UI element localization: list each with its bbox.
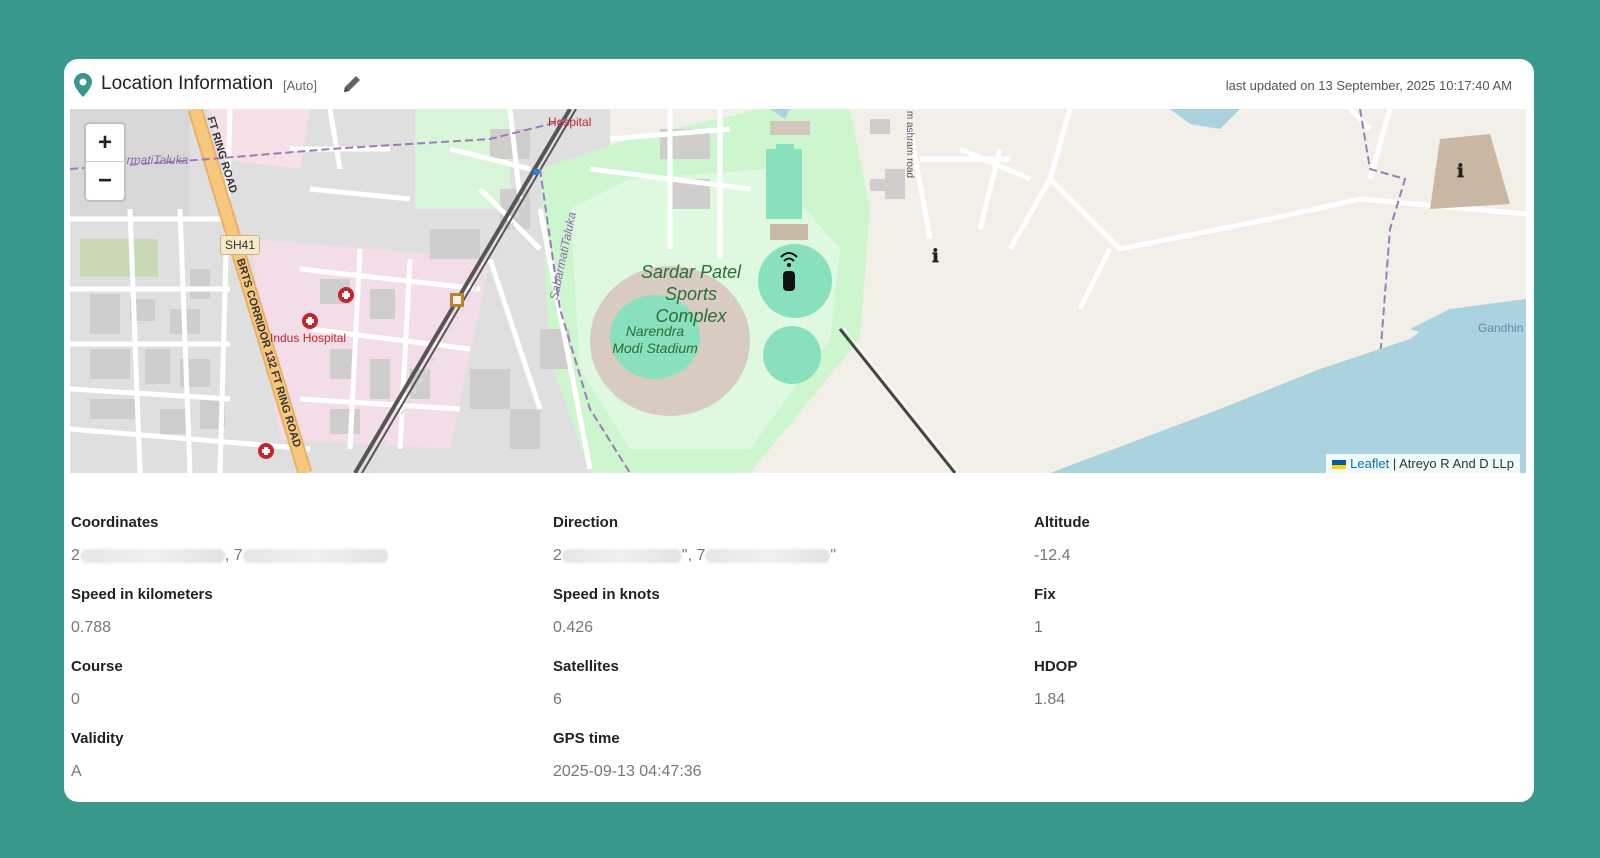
validity-label: Validity [71, 730, 124, 747]
field-speed-km: Speed in kilometers 0.788 [71, 586, 531, 637]
map-label-sports-complex: Sardar Patel Sports Complex [640, 262, 742, 326]
satellites-value: 6 [553, 691, 562, 708]
field-course: Course 0 [71, 658, 531, 709]
ukraine-flag-icon [1332, 460, 1347, 470]
field-speed-knots: Speed in knots 0.426 [553, 586, 1013, 637]
direction-value-start: 2 [553, 547, 562, 564]
card-title: Location Information [101, 73, 274, 94]
coordinates-label: Coordinates [71, 514, 159, 531]
field-satellites: Satellites 6 [553, 658, 1013, 709]
field-altitude: Altitude -12.4 [1034, 514, 1494, 565]
map-label-taluka-left: armatiTaluka [120, 153, 189, 167]
satellites-label: Satellites [553, 658, 619, 675]
location-card: Location Information [Auto] last updated… [64, 59, 1534, 802]
location-pin-icon [74, 73, 92, 97]
coordinates-value: 2 , 7 [71, 547, 531, 565]
map-label-ashram-road: m ashram road [904, 110, 916, 179]
direction-value-sep: ", 7 [681, 547, 706, 564]
map-view[interactable]: ℹ ℹ Sardar Patel Sports Complex Narendra… [70, 109, 1526, 473]
validity-value: A [71, 763, 82, 780]
coordinates-value-sep: , 7 [224, 547, 243, 564]
attribution-text: Atreyo R And D LLp [1399, 456, 1514, 471]
card-header: Location Information [Auto] last updated… [64, 59, 1534, 109]
hdop-value: 1.84 [1034, 691, 1066, 708]
zoom-out-button[interactable]: − [86, 162, 124, 199]
speed-knots-label: Speed in knots [553, 586, 660, 603]
course-value: 0 [71, 691, 80, 708]
coordinates-value-start: 2 [71, 547, 80, 564]
redacted-blur [561, 548, 682, 563]
direction-value: 2 ", 7 " [553, 547, 1013, 565]
svg-text:ℹ: ℹ [932, 246, 939, 266]
speed-km-label: Speed in kilometers [71, 586, 213, 603]
last-updated-text: last updated on 13 September, 2025 10:17… [1225, 78, 1512, 93]
redacted-blur [79, 548, 225, 563]
gps-time-label: GPS time [553, 730, 620, 747]
map-road-shield: SH41 [220, 235, 261, 255]
redacted-blur [705, 548, 831, 563]
zoom-in-button[interactable]: + [86, 124, 124, 162]
zoom-control: + − [84, 122, 126, 202]
mode-tag: [Auto] [283, 78, 317, 93]
redacted-blur [242, 548, 388, 563]
svg-text:ℹ: ℹ [1457, 161, 1464, 181]
attribution-separator: | [1389, 456, 1400, 471]
altitude-label: Altitude [1034, 514, 1090, 531]
fix-label: Fix [1034, 586, 1056, 603]
location-details: Coordinates 2 , 7 Direction 2 ", 7 " Altitu… [64, 509, 1534, 802]
map-label-gandhi: Gandhin [1478, 321, 1524, 335]
map-label-hospital-top: Hospital [548, 115, 592, 129]
altitude-value: -12.4 [1034, 547, 1071, 564]
course-label: Course [71, 658, 123, 675]
field-direction: Direction 2 ", 7 " [553, 514, 1013, 565]
fix-value: 1 [1034, 619, 1043, 636]
direction-label: Direction [553, 514, 619, 531]
speed-knots-value: 0.426 [553, 619, 594, 636]
map-attribution: Leaflet | Atreyo R And D LLp [1326, 454, 1520, 473]
map-label-indus-hospital: Indus Hospital [270, 331, 347, 345]
field-fix: Fix 1 [1034, 586, 1494, 637]
device-marker-icon[interactable] [777, 247, 801, 295]
map-label-stadium: Narendra Modi Stadium [612, 323, 698, 356]
gps-time-value: 2025-09-13 04:47:36 [553, 763, 702, 780]
pencil-icon[interactable] [341, 73, 363, 95]
leaflet-link[interactable]: Leaflet [1350, 456, 1389, 471]
field-gps-time: GPS time 2025-09-13 04:47:36 [553, 730, 1013, 781]
speed-km-value: 0.788 [71, 619, 112, 636]
field-validity: Validity A [71, 730, 531, 781]
hdop-label: HDOP [1034, 658, 1078, 675]
direction-value-end: " [830, 547, 837, 564]
field-hdop: HDOP 1.84 [1034, 658, 1494, 709]
field-coordinates: Coordinates 2 , 7 [71, 514, 531, 565]
